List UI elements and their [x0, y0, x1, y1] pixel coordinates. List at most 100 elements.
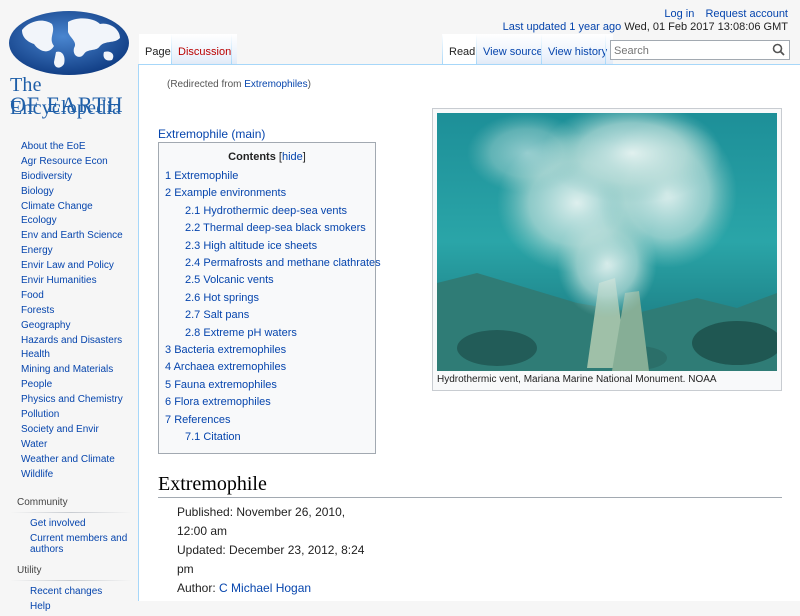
toc-item[interactable]: 7.1 Citation: [185, 431, 241, 443]
toc-item-link[interactable]: 2.1 Hydrothermic deep-sea vents: [185, 205, 347, 217]
sidebar-nav-item[interactable]: Wildlife: [21, 468, 138, 483]
updated-date: Updated: December 23, 2012, 8:24 pm: [177, 543, 365, 576]
article-meta: Published: November 26, 2010, 12:00 am U…: [177, 503, 367, 598]
redirect-notice: (Redirected from Extremophiles): [167, 79, 311, 90]
toc-item-link[interactable]: 2.4 Permafrosts and methane clathrates: [185, 257, 381, 269]
sidebar-nav-item[interactable]: Society and Envir: [21, 423, 138, 438]
community-link[interactable]: Get involved: [30, 518, 138, 529]
toc-item[interactable]: 2.1 Hydrothermic deep-sea vents: [185, 205, 347, 217]
sidebar-nav-item[interactable]: Water: [21, 438, 138, 453]
sidebar-nav-item[interactable]: Pollution: [21, 408, 138, 423]
toc-item[interactable]: 3 Bacteria extremophiles: [165, 344, 286, 356]
tab-view-source[interactable]: View source: [477, 34, 549, 64]
sidebar-nav-item[interactable]: Energy: [21, 244, 138, 259]
toc-item-text: Bacteria extremophiles: [174, 344, 287, 356]
globe-icon: [9, 11, 129, 75]
sidebar-nav-item[interactable]: Envir Humanities: [21, 274, 138, 289]
author-label: Author:: [177, 581, 220, 595]
toc-item[interactable]: 2.7 Salt pans: [185, 309, 249, 321]
tab-view-history[interactable]: View history: [542, 34, 614, 64]
toc-item[interactable]: 7 References: [165, 414, 230, 426]
toc-hide-link[interactable]: hide: [282, 151, 303, 163]
tab-view-source-label[interactable]: View source: [483, 46, 543, 58]
toc-item[interactable]: 2 Example environments: [165, 187, 286, 199]
sidebar-nav-item[interactable]: Biodiversity: [21, 170, 138, 185]
sidebar-nav-item[interactable]: Food: [21, 289, 138, 304]
table-of-contents: Contents [hide] 1 Extremophile 2 Example …: [158, 142, 381, 454]
community-link[interactable]: Current members and authors: [30, 533, 138, 555]
toc-item-link[interactable]: 6 Flora extremophiles: [165, 396, 271, 408]
sidebar-nav-item[interactable]: Health: [21, 348, 138, 363]
tab-discussion-label[interactable]: Discussion: [178, 46, 231, 58]
main-article-link[interactable]: Extremophile (main): [158, 127, 265, 141]
last-updated-link[interactable]: Last updated 1 year ago: [503, 21, 622, 33]
toc-item-link[interactable]: 2.5 Volcanic vents: [185, 274, 274, 286]
sidebar-nav-item[interactable]: About the EoE: [21, 140, 138, 155]
toc-item-link[interactable]: 4 Archaea extremophiles: [165, 361, 286, 373]
hydrothermal-vent-illustration: [437, 113, 777, 371]
content-area: (Redirected from Extremophiles) Extremop…: [138, 64, 800, 601]
toc-item-link[interactable]: 2.7 Salt pans: [185, 309, 249, 321]
toc-item-number: 2.7: [185, 309, 201, 322]
community-links: Get involved Current members and authors: [0, 518, 138, 555]
redirect-link[interactable]: Extremophiles: [244, 79, 307, 90]
toc-item-number: 2.6: [185, 291, 201, 304]
toc-item[interactable]: 2.4 Permafrosts and methane clathrates: [185, 257, 381, 269]
hydrothermal-vent-image[interactable]: [437, 113, 777, 371]
toc-item-link[interactable]: 2.6 Hot springs: [185, 292, 259, 304]
toc-item-link[interactable]: 7.1 Citation: [185, 431, 241, 443]
toc-item-link[interactable]: 7 References: [165, 414, 230, 426]
sidebar-nav-item[interactable]: Climate Change: [21, 200, 138, 215]
toc-item-link[interactable]: 5 Fauna extremophiles: [165, 379, 277, 391]
sidebar-nav-item[interactable]: People: [21, 378, 138, 393]
toc-item-number: 2.5: [185, 274, 201, 287]
redirect-prefix: (Redirected from: [167, 79, 245, 90]
tab-page-label[interactable]: Page: [145, 46, 171, 58]
login-link[interactable]: Log in: [664, 8, 694, 20]
sidebar-nav-item[interactable]: Mining and Materials: [21, 363, 138, 378]
sidebar-nav-item[interactable]: Hazards and Disasters: [21, 334, 138, 349]
tab-discussion[interactable]: Discussion: [172, 34, 238, 64]
toc-hide-bracket: ]: [302, 151, 306, 163]
divider: [10, 512, 132, 514]
toc-item[interactable]: 2.3 High altitude ice sheets: [185, 240, 317, 252]
sidebar-nav-item[interactable]: Agr Resource Econ: [21, 155, 138, 170]
sidebar-nav-item[interactable]: Weather and Climate: [21, 453, 138, 468]
utility-link[interactable]: Recent changes: [30, 586, 138, 597]
author-line: Author: C Michael Hogan: [177, 579, 367, 598]
request-account-link[interactable]: Request account: [705, 8, 788, 20]
sidebar-nav-item[interactable]: Physics and Chemistry: [21, 393, 138, 408]
toc-item-link[interactable]: 2.8 Extreme pH waters: [185, 327, 297, 339]
sidebar-nav-item[interactable]: Env and Earth Science: [21, 229, 138, 244]
sidebar-nav-item[interactable]: Envir Law and Policy: [21, 259, 138, 274]
toc-item[interactable]: 2.5 Volcanic vents: [185, 274, 274, 286]
toc-item[interactable]: 4 Archaea extremophiles: [165, 361, 286, 373]
toc-item[interactable]: 2.2 Thermal deep-sea black smokers: [185, 222, 366, 234]
toc-item[interactable]: 1 Extremophile: [165, 170, 238, 182]
toc-item-link[interactable]: 2 Example environments: [165, 187, 286, 199]
sidebar-nav-item[interactable]: Geography: [21, 319, 138, 334]
utility-heading: Utility: [17, 565, 42, 577]
figure-caption: Hydrothermic vent, Mariana Marine Nation…: [437, 374, 717, 385]
toc-item-link[interactable]: 2.2 Thermal deep-sea black smokers: [185, 222, 366, 234]
search-box: [610, 40, 790, 60]
search-icon[interactable]: [772, 43, 785, 56]
author-link[interactable]: C Michael Hogan: [219, 581, 311, 595]
toc-item[interactable]: 2.6 Hot springs: [185, 292, 259, 304]
search-input[interactable]: [611, 42, 767, 60]
sidebar-nav-item[interactable]: Ecology: [21, 214, 138, 229]
toc-item[interactable]: 6 Flora extremophiles: [165, 396, 271, 408]
toc-item[interactable]: 5 Fauna extremophiles: [165, 379, 277, 391]
published-date: Published: November 26, 2010, 12:00 am: [177, 505, 346, 538]
toc-item-link[interactable]: 3 Bacteria extremophiles: [165, 344, 286, 356]
toc-item-number: 2.2: [185, 222, 201, 235]
tab-read-label[interactable]: Read: [449, 46, 475, 58]
site-logo[interactable]: The Encyclopedia OF EARTH: [0, 0, 138, 120]
tab-view-history-label[interactable]: View history: [548, 46, 607, 58]
toc-item-link[interactable]: 2.3 High altitude ice sheets: [185, 240, 317, 252]
utility-link[interactable]: Help: [30, 601, 138, 612]
sidebar-nav-item[interactable]: Forests: [21, 304, 138, 319]
sidebar-nav-item[interactable]: Biology: [21, 185, 138, 200]
toc-item-link[interactable]: 1 Extremophile: [165, 170, 238, 182]
toc-item[interactable]: 2.8 Extreme pH waters: [185, 327, 297, 339]
